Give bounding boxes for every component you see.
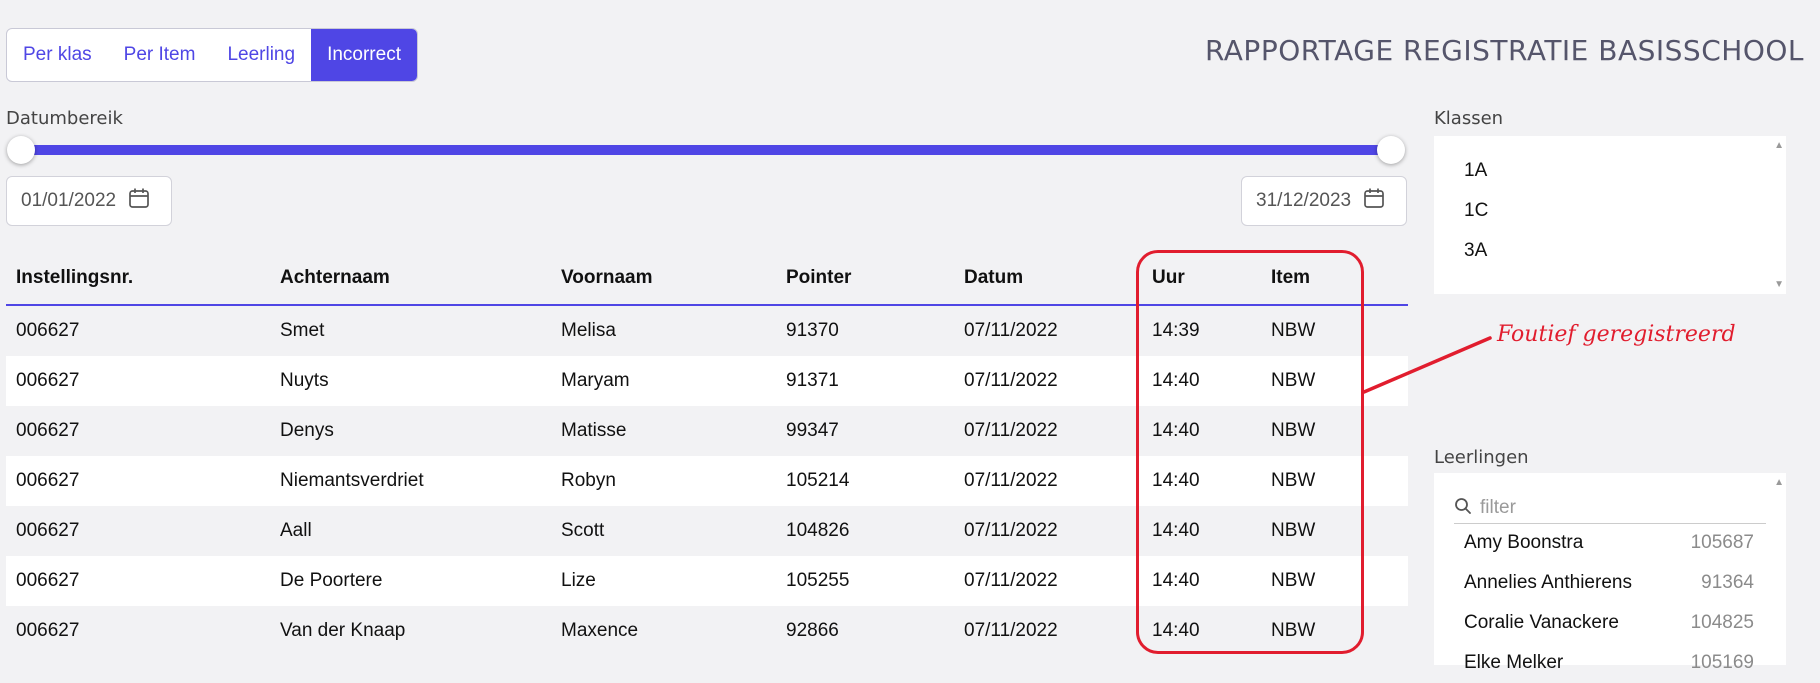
table-cell: 99347 (786, 420, 839, 441)
table-cell: 006627 (16, 570, 80, 591)
student-name: Elke Melker (1464, 652, 1564, 673)
student-name: Amy Boonstra (1464, 532, 1584, 553)
list-item[interactable]: 1A (1434, 151, 1786, 191)
table-cell: 91370 (786, 320, 839, 341)
student-id: 105687 (1690, 532, 1754, 553)
filter-field[interactable]: filter (1454, 493, 1766, 524)
start-date-value: 01/01/2022 (21, 190, 117, 211)
column-header[interactable]: Instellingsnr. (6, 267, 280, 289)
table-cell: Melisa (561, 320, 616, 341)
scroll-up-icon[interactable]: ▲ (1774, 477, 1784, 488)
table-cell: 07/11/2022 (964, 320, 1058, 341)
calendar-icon[interactable] (128, 187, 150, 215)
table-cell: Lize (561, 570, 596, 591)
table-cell: 006627 (16, 470, 80, 491)
list-item[interactable]: Amy Boonstra 105687 (1464, 523, 1754, 563)
table-cell: 006627 (16, 620, 80, 641)
tab-per-item[interactable]: Per Item (108, 29, 212, 81)
table-cell: Aall (280, 520, 312, 541)
table-cell: De Poortere (280, 570, 383, 591)
leerlingen-label: Leerlingen (1434, 447, 1529, 468)
scroll-down-icon[interactable]: ▼ (1774, 279, 1784, 290)
scroll-up-icon[interactable]: ▲ (1774, 140, 1784, 151)
leerlingen-list[interactable]: filter Amy Boonstra 105687 Annelies Anth… (1434, 473, 1786, 673)
error-highlight-box (1136, 250, 1364, 654)
date-range-start-handle[interactable] (7, 136, 35, 164)
list-item[interactable]: Annelies Anthierens 91364 (1464, 563, 1754, 603)
table-cell: 105214 (786, 470, 850, 491)
table-cell: 104826 (786, 520, 850, 541)
table-cell: 105255 (786, 570, 850, 591)
list-item[interactable]: Coralie Vanackere 104825 (1464, 603, 1754, 643)
view-tabs: Per klas Per Item Leerling Incorrect (6, 28, 418, 82)
start-date-field[interactable]: 01/01/2022 (6, 176, 172, 226)
table-cell: Matisse (561, 420, 627, 441)
table-cell: Smet (280, 320, 325, 341)
annotation-label: Foutief geregistreerd (1497, 322, 1736, 347)
column-header[interactable]: Pointer (786, 267, 964, 289)
tab-incorrect[interactable]: Incorrect (311, 29, 417, 81)
table-cell: 006627 (16, 520, 80, 541)
table-cell: 07/11/2022 (964, 520, 1058, 541)
table-cell: Scott (561, 520, 605, 541)
table-cell: Maxence (561, 620, 639, 641)
table-cell: 07/11/2022 (964, 370, 1058, 391)
tab-per-klas[interactable]: Per klas (7, 29, 108, 81)
table-cell: 07/11/2022 (964, 570, 1058, 591)
tab-leerling[interactable]: Leerling (211, 29, 311, 81)
student-id: 105169 (1690, 652, 1754, 673)
table-cell: 006627 (16, 370, 80, 391)
app-title: RAPPORTAGE REGISTRATIE BASISSCHOOL (1204, 34, 1804, 67)
student-id: 104825 (1690, 612, 1754, 633)
table-cell: Denys (280, 420, 334, 441)
column-header[interactable]: Datum (964, 267, 1152, 289)
table-cell: 07/11/2022 (964, 470, 1058, 491)
student-id: 91364 (1701, 572, 1754, 593)
table-cell: 91371 (786, 370, 839, 391)
student-name: Annelies Anthierens (1464, 572, 1632, 593)
table-cell: Niemantsverdriet (280, 470, 424, 491)
student-name: Coralie Vanackere (1464, 612, 1619, 633)
date-range-end-handle[interactable] (1377, 136, 1405, 164)
list-item[interactable]: 1C (1434, 191, 1786, 231)
column-header[interactable]: Achternaam (280, 267, 561, 289)
annotation-arrow (1362, 336, 1492, 394)
column-header[interactable]: Voornaam (561, 267, 786, 289)
table-cell: Nuyts (280, 370, 329, 391)
end-date-field[interactable]: 31/12/2023 (1241, 176, 1407, 226)
klassen-list[interactable]: 1A 1C 3A ▲ ▼ (1434, 136, 1786, 294)
list-item[interactable]: Elke Melker 105169 (1464, 643, 1754, 683)
klassen-label: Klassen (1434, 108, 1504, 129)
table-cell: 006627 (16, 320, 80, 341)
date-range-slider-track[interactable] (20, 145, 1392, 155)
table-cell: 07/11/2022 (964, 620, 1058, 641)
table-cell: 92866 (786, 620, 839, 641)
calendar-icon[interactable] (1363, 187, 1385, 215)
list-item[interactable]: 3A (1434, 231, 1786, 271)
date-range-label: Datumbereik (6, 108, 123, 129)
search-icon (1454, 497, 1472, 520)
table-cell: Robyn (561, 470, 616, 491)
table-cell: Van der Knaap (280, 620, 406, 641)
end-date-value: 31/12/2023 (1256, 190, 1352, 211)
filter-input[interactable]: filter (1480, 497, 1516, 519)
table-cell: Maryam (561, 370, 630, 391)
table-cell: 07/11/2022 (964, 420, 1058, 441)
table-cell: 006627 (16, 420, 80, 441)
